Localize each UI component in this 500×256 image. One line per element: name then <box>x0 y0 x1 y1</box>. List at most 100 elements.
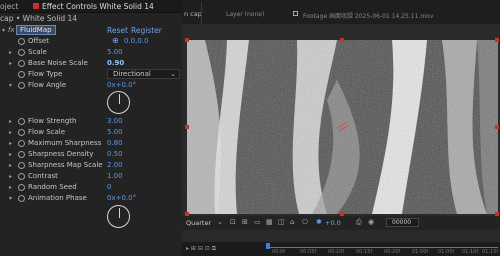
chevron-down-icon[interactable]: ⌄ <box>217 218 223 226</box>
chevron-right-icon[interactable]: ▸ <box>9 151 12 158</box>
prop-value[interactable]: 1.00 <box>107 172 123 180</box>
snapshot-icon[interactable]: ⎙ <box>356 218 362 227</box>
viewer-tab-bar: n cap Layer (none) Footage 画面収録 2025-06-… <box>182 0 500 24</box>
exposure-icon[interactable]: ✱ <box>316 218 322 226</box>
stopwatch-icon[interactable] <box>18 71 25 78</box>
flow-angle-dial[interactable] <box>107 91 130 114</box>
handle-middle-right[interactable] <box>495 125 499 129</box>
prop-value[interactable]: 5.00 <box>107 48 123 56</box>
transparency-icon[interactable]: ◫ <box>278 218 285 226</box>
region-icon[interactable]: ⊡ <box>230 218 236 226</box>
zoom-select[interactable]: Quarter <box>186 219 211 227</box>
camera-icon[interactable]: ⌂ <box>290 218 294 226</box>
register-link[interactable]: Register <box>131 26 162 35</box>
prop-scale: ▸ Scale 5.00 <box>0 48 182 57</box>
prop-value[interactable]: 0.90 <box>107 59 124 67</box>
stopwatch-icon[interactable] <box>18 118 25 125</box>
timeline-tick: 01:15f <box>482 249 499 255</box>
prop-value[interactable]: 0.0,0.0 <box>124 37 149 45</box>
playhead[interactable] <box>266 243 270 249</box>
chevron-right-icon[interactable]: ▸ <box>9 162 12 169</box>
chevron-down-icon[interactable]: ▾ <box>9 195 12 202</box>
timeline-tick: 01:00f <box>412 249 429 255</box>
work-area-bar[interactable] <box>268 247 498 248</box>
prop-flow-scale: ▸ Flow Scale 5.00 <box>0 128 182 137</box>
handle-top-left[interactable] <box>185 38 189 42</box>
flow-type-selected: Directional <box>113 70 151 78</box>
prop-label: Sharpness Map Scale <box>28 161 103 169</box>
prop-contrast: ▸ Contrast 1.00 <box>0 172 182 181</box>
prop-value[interactable]: 0.50 <box>107 150 123 158</box>
fx-toggle[interactable]: fx <box>8 26 15 34</box>
animation-phase-dial[interactable] <box>107 205 130 228</box>
tab-composition[interactable]: n cap <box>184 10 202 18</box>
prop-value[interactable]: 0x+0.0° <box>107 194 136 202</box>
tab-project[interactable]: oject <box>0 2 18 11</box>
chevron-right-icon[interactable]: ▸ <box>9 49 12 56</box>
panel-tab-bar: oject Effect Controls White Solid 14 <box>0 0 182 13</box>
handle-top-middle[interactable] <box>340 38 344 42</box>
flow-type-select[interactable]: Directional ⌄ <box>107 69 180 79</box>
prop-flow-strength: ▸ Flow Strength 3.00 <box>0 117 182 126</box>
prop-label: Random Seed <box>28 183 77 191</box>
red-square-icon <box>33 3 39 9</box>
composition-viewer[interactable] <box>187 40 498 214</box>
exposure-value[interactable]: +0.0 <box>325 219 341 227</box>
prop-label: Base Noise Scale <box>28 59 88 67</box>
prop-label: Scale <box>28 48 47 56</box>
channel-icon[interactable]: ⎔ <box>302 218 308 226</box>
footage-checkbox-icon[interactable] <box>293 11 298 16</box>
handle-top-right[interactable] <box>495 38 499 42</box>
stopwatch-icon[interactable] <box>18 82 25 89</box>
safe-margins-icon[interactable]: ▭ <box>254 218 261 226</box>
frame-value: 00000 <box>392 219 412 226</box>
stopwatch-icon[interactable] <box>18 38 25 45</box>
crosshair-icon[interactable]: ⊕ <box>112 36 119 45</box>
timeline-tick: 00:15f <box>356 249 373 255</box>
stopwatch-icon[interactable] <box>18 60 25 67</box>
tab-layer[interactable]: Layer (none) <box>226 11 264 18</box>
viewer-toolbar: Quarter ⌄ ⊡ ⊞ ▭ ▦ ◫ ⌂ ⎔ ✱ +0.0 ⎙ ◉ 00000 <box>182 216 500 230</box>
stopwatch-icon[interactable] <box>18 184 25 191</box>
grid-icon[interactable]: ⊞ <box>242 218 248 226</box>
handle-middle-left[interactable] <box>185 125 189 129</box>
prop-value[interactable]: 2.00 <box>107 161 123 169</box>
prop-value[interactable]: 0x+0.0° <box>107 81 136 89</box>
mask-icon[interactable]: ▦ <box>266 218 273 226</box>
tab-footage[interactable]: Footage 画面収録 2025-06-01 14.25.11.mov <box>303 11 433 20</box>
prop-value[interactable]: 3.00 <box>107 117 123 125</box>
chevron-down-icon: ⌄ <box>170 70 176 78</box>
stopwatch-icon[interactable] <box>18 49 25 56</box>
chevron-right-icon[interactable]: ▸ <box>9 173 12 180</box>
prop-label: Flow Angle <box>28 81 67 89</box>
stopwatch-icon[interactable] <box>18 129 25 136</box>
chevron-right-icon[interactable]: ▸ <box>9 60 12 67</box>
chevron-right-icon[interactable]: ▸ <box>9 184 12 191</box>
stopwatch-icon[interactable] <box>18 195 25 202</box>
chevron-down-icon[interactable]: ▾ <box>9 82 12 89</box>
timeline-tick: 01:05f <box>438 249 455 255</box>
show-snapshot-icon[interactable]: ◉ <box>368 218 374 226</box>
timeline-tick: 00:0f <box>272 249 285 255</box>
prop-flow-angle: ▾ Flow Angle 0x+0.0° <box>0 81 182 90</box>
prop-value[interactable]: 0 <box>107 183 111 191</box>
stopwatch-icon[interactable] <box>18 162 25 169</box>
reset-link[interactable]: Reset <box>107 26 128 35</box>
chevron-right-icon[interactable]: ▸ <box>9 129 12 136</box>
prop-offset: Offset ⊕ 0.0,0.0 <box>0 36 182 46</box>
composition-panel: n cap Layer (none) Footage 画面収録 2025-06-… <box>182 0 500 256</box>
prop-label: Flow Type <box>28 70 63 78</box>
prop-value[interactable]: 0.80 <box>107 139 123 147</box>
stopwatch-icon[interactable] <box>18 173 25 180</box>
chevron-right-icon[interactable]: ▸ <box>9 140 12 147</box>
tab-effect-controls[interactable]: Effect Controls White Solid 14 <box>42 2 154 11</box>
prop-value[interactable]: 5.00 <box>107 128 123 136</box>
stopwatch-icon[interactable] <box>18 140 25 147</box>
effect-name[interactable]: FluidMap <box>16 25 56 35</box>
prop-label: Animation Phase <box>28 194 87 202</box>
expand-effect-icon[interactable]: ▾ <box>2 27 5 34</box>
prop-label: Flow Scale <box>28 128 66 136</box>
stopwatch-icon[interactable] <box>18 151 25 158</box>
chevron-right-icon[interactable]: ▸ <box>9 118 12 125</box>
dial-needle <box>119 208 120 218</box>
